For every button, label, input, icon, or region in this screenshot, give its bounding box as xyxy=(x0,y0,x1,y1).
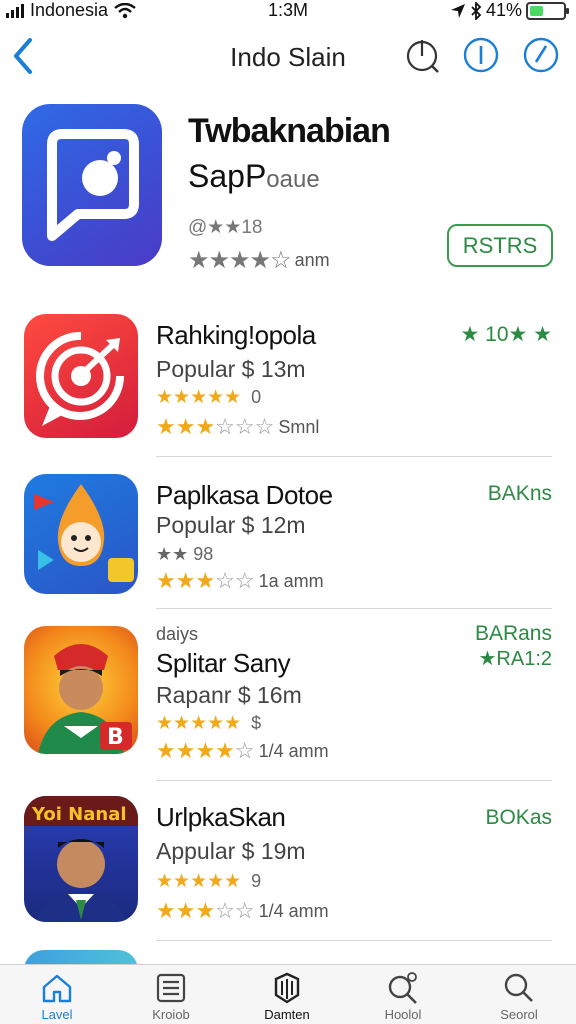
get-button[interactable]: BAKns xyxy=(488,482,552,506)
rating-row: ★★★★★ 9 xyxy=(156,870,261,893)
tab-label: Damten xyxy=(264,1007,310,1022)
divider xyxy=(156,940,552,941)
tab-updates[interactable]: Hoolol xyxy=(358,971,448,1022)
search-icon xyxy=(504,973,533,1002)
divider xyxy=(156,456,552,457)
tab-bar: Lavel Kroiob Damten Hoolol Seorol xyxy=(0,964,576,1024)
app-category: Appular $ 19m xyxy=(156,838,306,864)
rating-row-secondary: ★★★ ☆☆☆ Smnl xyxy=(156,414,319,440)
bluetooth-icon xyxy=(471,1,482,20)
tab-label: Seorol xyxy=(500,1007,538,1022)
rating-value: ★★ 98 xyxy=(156,544,214,564)
featured-size: anm xyxy=(294,250,330,270)
app-category: Popular $ 12m xyxy=(156,512,306,538)
search-plus-icon xyxy=(388,972,417,1004)
info-icon[interactable] xyxy=(462,36,500,74)
star-rating-filled: ★★★ xyxy=(156,898,216,923)
tab-list[interactable]: Kroiob xyxy=(126,971,216,1022)
app-category: Rapanr $ 16m xyxy=(156,682,302,708)
app-name: UrlpkaSkan xyxy=(156,802,286,832)
target-app-icon xyxy=(24,314,138,438)
star-rating-empty: ☆☆ xyxy=(215,568,255,593)
app-category: Popular $ 13m xyxy=(156,356,306,382)
star-rating: ★★★★★ xyxy=(156,387,242,408)
featured-subtitle-main: SapP xyxy=(188,158,267,194)
list-icon xyxy=(156,973,186,1003)
location-icon xyxy=(450,3,465,18)
featured-rating-count: @★★18 xyxy=(188,217,263,238)
battery-icon xyxy=(526,1,569,20)
portrait-app-icon: Yoi Nanal xyxy=(24,796,138,922)
rating-row: ★★★★★ $ xyxy=(156,712,261,735)
star-rating: ★★★★☆ xyxy=(188,247,292,274)
home-icon xyxy=(42,974,72,1003)
status-bar: Indonesia 1:3M 41% xyxy=(0,0,576,24)
rating-value: $ xyxy=(251,713,262,733)
get-button[interactable]: BOKas xyxy=(485,806,552,830)
tab-label: Lavel xyxy=(41,1007,73,1022)
character-app-icon xyxy=(24,474,138,594)
tab-search[interactable]: Seorol xyxy=(474,971,564,1022)
star-rating-filled: ★★★★ xyxy=(156,738,235,763)
star-rating: ★★★★★ xyxy=(156,713,242,734)
featured-app-title: Twbaknabian xyxy=(188,112,391,150)
battery-percent: 41% xyxy=(485,0,522,20)
get-button[interactable]: RSTRS xyxy=(447,224,553,267)
rating-value: 0 xyxy=(251,387,262,407)
divider xyxy=(156,608,552,609)
rating-row: ★★★★★ 0 xyxy=(156,386,261,409)
star-rating-empty: ☆☆☆ xyxy=(215,414,275,439)
featured-rating: ★★★★☆ anm xyxy=(188,246,330,275)
star-rating-filled: ★★★ xyxy=(156,414,216,439)
rating-row-secondary: ★★★★ ☆ 1/4 amm xyxy=(156,738,329,764)
portrait-app-icon: B xyxy=(24,626,138,754)
tab-label: Kroiob xyxy=(152,1007,190,1022)
tab-home[interactable]: Lavel xyxy=(12,971,102,1022)
app-name: Splitar Sany xyxy=(156,648,291,678)
app-size: 1/4 amm xyxy=(258,900,329,921)
featured-app-icon xyxy=(22,104,162,266)
app-size: Smnl xyxy=(278,416,320,437)
app-name: Paplkasa Dotoe xyxy=(156,480,333,510)
rating-row-secondary: ★★★ ☆☆ 1a amm xyxy=(156,568,324,594)
compass-icon[interactable] xyxy=(522,36,560,74)
star-rating-empty: ☆☆ xyxy=(215,898,255,923)
navigation-bar: Indo Slain xyxy=(0,30,576,82)
star-rating-filled: ★★★ xyxy=(156,568,216,593)
app-rank-badge: ★ 10★ ★ xyxy=(460,323,552,346)
divider xyxy=(156,780,552,781)
featured-app-subtitle: SapPoaue xyxy=(188,158,320,195)
app-name: Rahking!opola xyxy=(156,320,316,350)
app-size: 1a amm xyxy=(258,570,324,591)
games-icon xyxy=(274,972,300,1004)
featured-app[interactable]: Twbaknabian SapPoaue @★★18 ★★★★☆ anm RST… xyxy=(0,100,576,280)
app-kicker: daiys xyxy=(156,624,199,644)
get-button[interactable]: BARans xyxy=(475,622,552,646)
featured-subtitle-muted: oaue xyxy=(266,166,320,193)
star-rating-empty: ☆ xyxy=(234,738,255,763)
svg-text:Yoi Nanal: Yoi Nanal xyxy=(31,804,127,825)
rating-value: 9 xyxy=(251,871,262,891)
tab-label: Hoolol xyxy=(384,1007,422,1022)
history-icon[interactable] xyxy=(404,36,442,74)
star-rating: ★★★★★ xyxy=(156,871,242,892)
tab-games[interactable]: Damten xyxy=(242,971,332,1022)
app-rank-badge: ★RA1:2 xyxy=(478,648,552,670)
rating-row-secondary: ★★★ ☆☆ 1/4 amm xyxy=(156,898,329,924)
app-size: 1/4 amm xyxy=(258,740,329,761)
svg-text:B: B xyxy=(107,725,124,750)
